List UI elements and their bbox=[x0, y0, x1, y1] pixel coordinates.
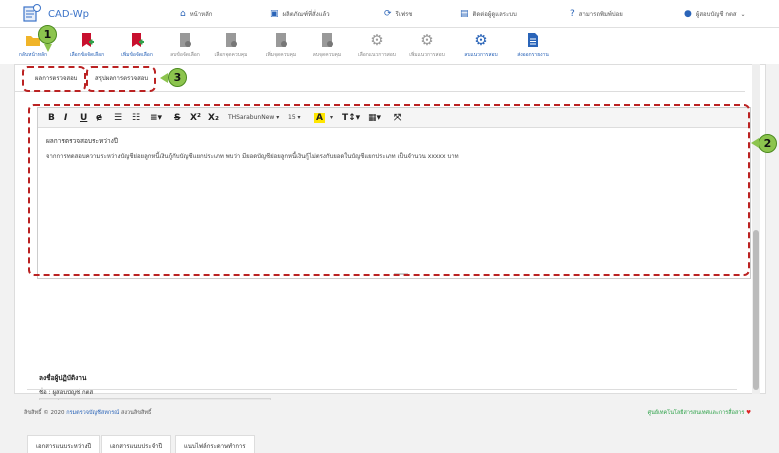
tab-attachments-interim[interactable]: เอกสารแนบระหว่างปี bbox=[27, 435, 101, 453]
callout-pointer-3 bbox=[160, 73, 168, 83]
toolbar-label: กลับหน้าหลัก bbox=[18, 52, 48, 58]
box-icon: ▣ bbox=[270, 9, 279, 19]
toolbar-add-choice[interactable]: เพิ่มข้อจัดเลือก bbox=[112, 32, 162, 59]
footer-credit-text: ศูนย์เทคโนโลยีสารสนเทศและการสื่อสาร bbox=[647, 410, 745, 416]
toolbar-label: เพิ่มข้อจัดเลือก bbox=[121, 52, 153, 58]
footer-copyright-prefix: ลิขสิทธิ์ © 2020 bbox=[24, 410, 65, 416]
nav-help[interactable]: ? สามารถพิมพ์บ่อย bbox=[570, 9, 623, 19]
bookmark-add-icon bbox=[82, 33, 94, 47]
nav-contact-admin-label: ติดต่อผู้ดูแลระบบ bbox=[472, 11, 517, 18]
toolbar-select-choice[interactable]: เลือกข้อจัดเลือก bbox=[62, 32, 112, 59]
toolbar-add-method[interactable]: ⚙ เพิ่มแนวการสอบ bbox=[402, 32, 452, 59]
document-icon bbox=[180, 33, 191, 47]
nav-ordered-products-label: ผลิตภัณฑ์ที่สั่งแล้ว bbox=[282, 11, 330, 18]
footer-copyright: ลิขสิทธิ์ © 2020 กรมตรวจบัญชีสหกรณ์ สงวน… bbox=[24, 409, 151, 417]
nav-ordered-products[interactable]: ▣ ผลิตภัณฑ์ที่สั่งแล้ว bbox=[270, 9, 330, 19]
toolbar-label: ลบข้อจัดเลือก bbox=[170, 52, 200, 58]
toolbar-label: ลบจุดควบคุม bbox=[312, 52, 342, 58]
nav-refresh[interactable]: ⟳ รีเฟรช bbox=[384, 9, 412, 19]
chevron-down-icon: ⌄ bbox=[740, 10, 746, 18]
toolbar-select-method[interactable]: ⚙ เลือกแนวการสอบ bbox=[352, 32, 402, 59]
gear-icon: ⚙ bbox=[474, 31, 488, 49]
toolbar-delete-control[interactable]: ลบจุดควบคุม bbox=[302, 32, 352, 59]
footer-link[interactable]: กรมตรวจบัญชีสหกรณ์ bbox=[66, 410, 119, 416]
top-navbar: CAD-Wp ⌂ หน้าหลัก ▣ ผลิตภัณฑ์ที่สั่งแล้ว… bbox=[0, 0, 779, 28]
nav-home-label: หน้าหลัก bbox=[189, 11, 213, 18]
callout-pointer-1 bbox=[44, 44, 52, 52]
document-icon bbox=[276, 33, 287, 47]
tab-working-paper-files[interactable]: แนบไฟล์กระดาษทำการ bbox=[175, 435, 255, 453]
toolbar-label: เพิ่มจุดควบคุม bbox=[265, 52, 297, 58]
scrollbar-thumb[interactable] bbox=[753, 230, 759, 390]
toolbar-select-control[interactable]: เลือกจุดควบคุม bbox=[206, 32, 256, 59]
document-icon bbox=[322, 33, 333, 47]
toolbar-add-control[interactable]: เพิ่มจุดควบคุม bbox=[256, 32, 306, 59]
nav-contact-admin[interactable]: ▤ ติดต่อผู้ดูแลระบบ bbox=[460, 9, 517, 19]
callout-badge-1: 1 bbox=[38, 25, 57, 44]
toolbar-label: เลือกแนวการสอบ bbox=[357, 52, 396, 58]
footer: ลิขสิทธิ์ © 2020 กรมตรวจบัญชีสหกรณ์ สงวน… bbox=[0, 400, 779, 432]
contact-icon: ▤ bbox=[460, 9, 469, 19]
home-icon: ⌂ bbox=[180, 9, 186, 19]
app-logo-icon bbox=[23, 4, 41, 22]
toolbar-label: เลือกข้อจัดเลือก bbox=[69, 52, 105, 58]
heart-icon: ♥ bbox=[746, 410, 751, 416]
annotation-box-2 bbox=[28, 104, 750, 276]
bottom-tab-divider bbox=[27, 389, 737, 390]
toolbar-label: ลบแนวการสอบ bbox=[464, 52, 498, 58]
action-toolbar: กลับหน้าหลัก เลือกข้อจัดเลือก เพิ่มข้อจั… bbox=[0, 28, 779, 64]
callout-badge-3: 3 bbox=[168, 68, 187, 87]
document-icon bbox=[226, 33, 237, 47]
nav-refresh-label: รีเฟรช bbox=[395, 11, 413, 18]
user-menu[interactable]: ● ผู้สอบบัญชี กตส ⌄ bbox=[684, 9, 746, 19]
nav-help-label: สามารถพิมพ์บ่อย bbox=[578, 11, 623, 18]
callout-pointer-2 bbox=[751, 138, 759, 148]
toolbar-label: ส่งออกรายงาน bbox=[517, 52, 549, 58]
annotation-box-1 bbox=[22, 66, 86, 92]
bookmark-add-icon bbox=[132, 33, 144, 47]
refresh-icon: ⟳ bbox=[384, 9, 392, 19]
toolbar-delete-choice[interactable]: ลบข้อจัดเลือก bbox=[160, 32, 210, 59]
export-icon bbox=[528, 33, 538, 47]
footer-credit: ศูนย์เทคโนโลยีสารสนเทศและการสื่อสาร ♥ bbox=[648, 409, 751, 417]
toolbar-label: เลือกจุดควบคุม bbox=[214, 52, 248, 58]
tab-attachments-annual[interactable]: เอกสารแนบประจำปี bbox=[101, 435, 172, 453]
toolbar-export-report[interactable]: ส่งออกรายงาน bbox=[508, 32, 558, 59]
signature-heading: ลงชื่อผู้ปฏิบัติงาน bbox=[39, 374, 87, 382]
gear-icon: ⚙ bbox=[370, 31, 384, 49]
nav-home[interactable]: ⌂ หน้าหลัก bbox=[180, 9, 212, 19]
user-icon: ● bbox=[684, 9, 692, 19]
annotation-box-3 bbox=[86, 66, 156, 92]
callout-badge-2: 2 bbox=[758, 134, 777, 153]
user-name: ผู้สอบบัญชี กตส bbox=[695, 11, 737, 18]
toolbar-delete-method[interactable]: ⚙ ลบแนวการสอบ bbox=[456, 32, 506, 59]
footer-copyright-suffix: สงวนลิขสิทธิ์ bbox=[121, 410, 152, 416]
app-title[interactable]: CAD-Wp bbox=[48, 9, 89, 20]
help-icon: ? bbox=[570, 9, 575, 19]
toolbar-label: เพิ่มแนวการสอบ bbox=[409, 52, 445, 58]
gear-icon: ⚙ bbox=[420, 31, 434, 49]
